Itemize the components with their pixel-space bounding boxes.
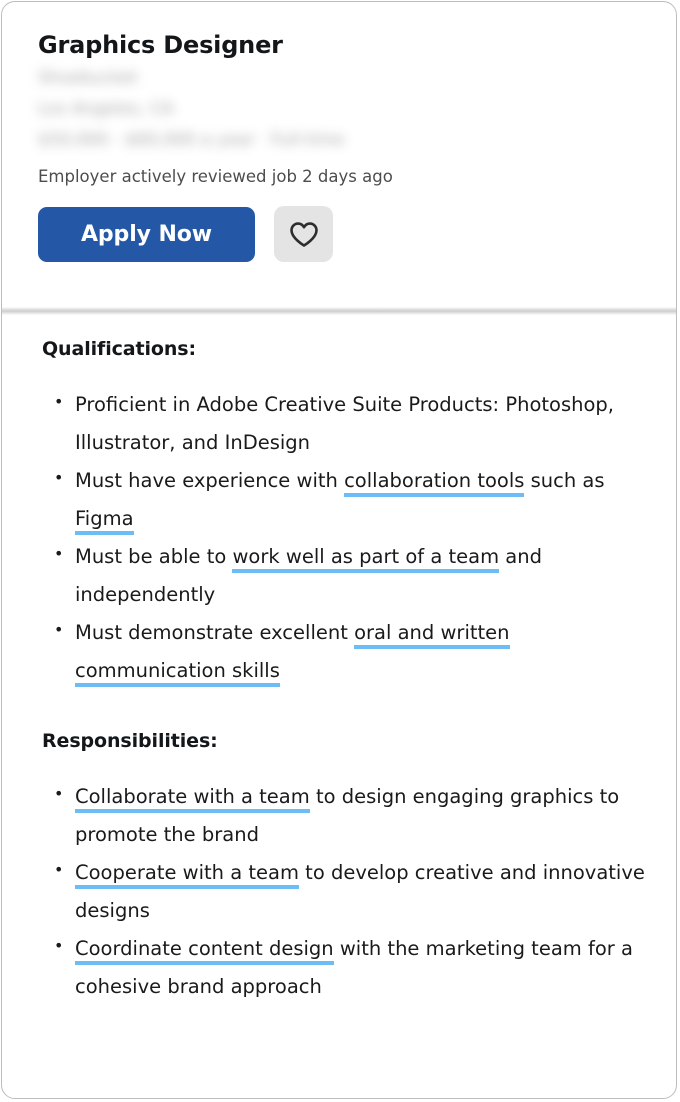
- list-item: Proficient in Adobe Creative Suite Produ…: [42, 386, 646, 462]
- job-action-bar: Apply Now: [38, 206, 676, 263]
- company-name-redacted: Shoebucket: [38, 67, 138, 88]
- heart-icon: [289, 221, 319, 248]
- section-heading: Responsibilities:: [42, 730, 218, 753]
- section-divider: [2, 307, 676, 315]
- highlighted-phrase: collaboration tools: [344, 469, 525, 498]
- highlighted-phrase: Figma: [75, 507, 134, 536]
- list-item: Cooperate with a team to develop creativ…: [42, 854, 646, 930]
- highlighted-phrase: Cooperate with a team: [75, 861, 299, 890]
- highlighted-phrase: work well as part of a team: [232, 545, 500, 574]
- section-heading: Qualifications:: [42, 338, 196, 360]
- list-item: Coordinate content design with the marke…: [42, 930, 646, 1006]
- job-location-redacted: Los Angeles, CA: [38, 98, 174, 119]
- list-item: Must be able to work well as part of a t…: [42, 538, 646, 614]
- list-item: Collaborate with a team to design engagi…: [42, 778, 646, 854]
- list-item: Must demonstrate excellent oral and writ…: [42, 614, 646, 690]
- bullet-text: Must demonstrate excellent: [75, 621, 355, 645]
- highlighted-phrase: Coordinate content design: [75, 937, 334, 966]
- save-job-button[interactable]: [274, 206, 333, 263]
- bullet-list: Proficient in Adobe Creative Suite Produ…: [42, 386, 646, 690]
- bullet-list: Collaborate with a team to design engagi…: [42, 778, 646, 1006]
- employer-activity-note: Employer actively reviewed job 2 days ag…: [38, 166, 393, 186]
- job-description-body: Qualifications: Proficient in Adobe Creat…: [2, 315, 676, 1006]
- apply-now-button[interactable]: Apply Now: [38, 206, 255, 262]
- bullet-text: Must have experience with: [75, 469, 345, 493]
- page-title: Graphics Designer: [38, 31, 283, 59]
- job-posting-card: Graphics Designer Shoebucket Los Angeles…: [1, 1, 677, 1099]
- bullet-text: such as: [524, 469, 605, 493]
- highlighted-phrase: Collaborate with a team: [75, 785, 310, 814]
- bullet-text: Proficient in Adobe Creative Suite Produ…: [75, 393, 614, 455]
- bullet-text: Must be able to: [75, 545, 233, 569]
- list-item: Must have experience with collaboration …: [42, 462, 646, 538]
- job-header: Graphics Designer Shoebucket Los Angeles…: [2, 2, 676, 278]
- salary-and-type-redacted: $50,000 - $60,000 a year · Full-time: [38, 129, 345, 150]
